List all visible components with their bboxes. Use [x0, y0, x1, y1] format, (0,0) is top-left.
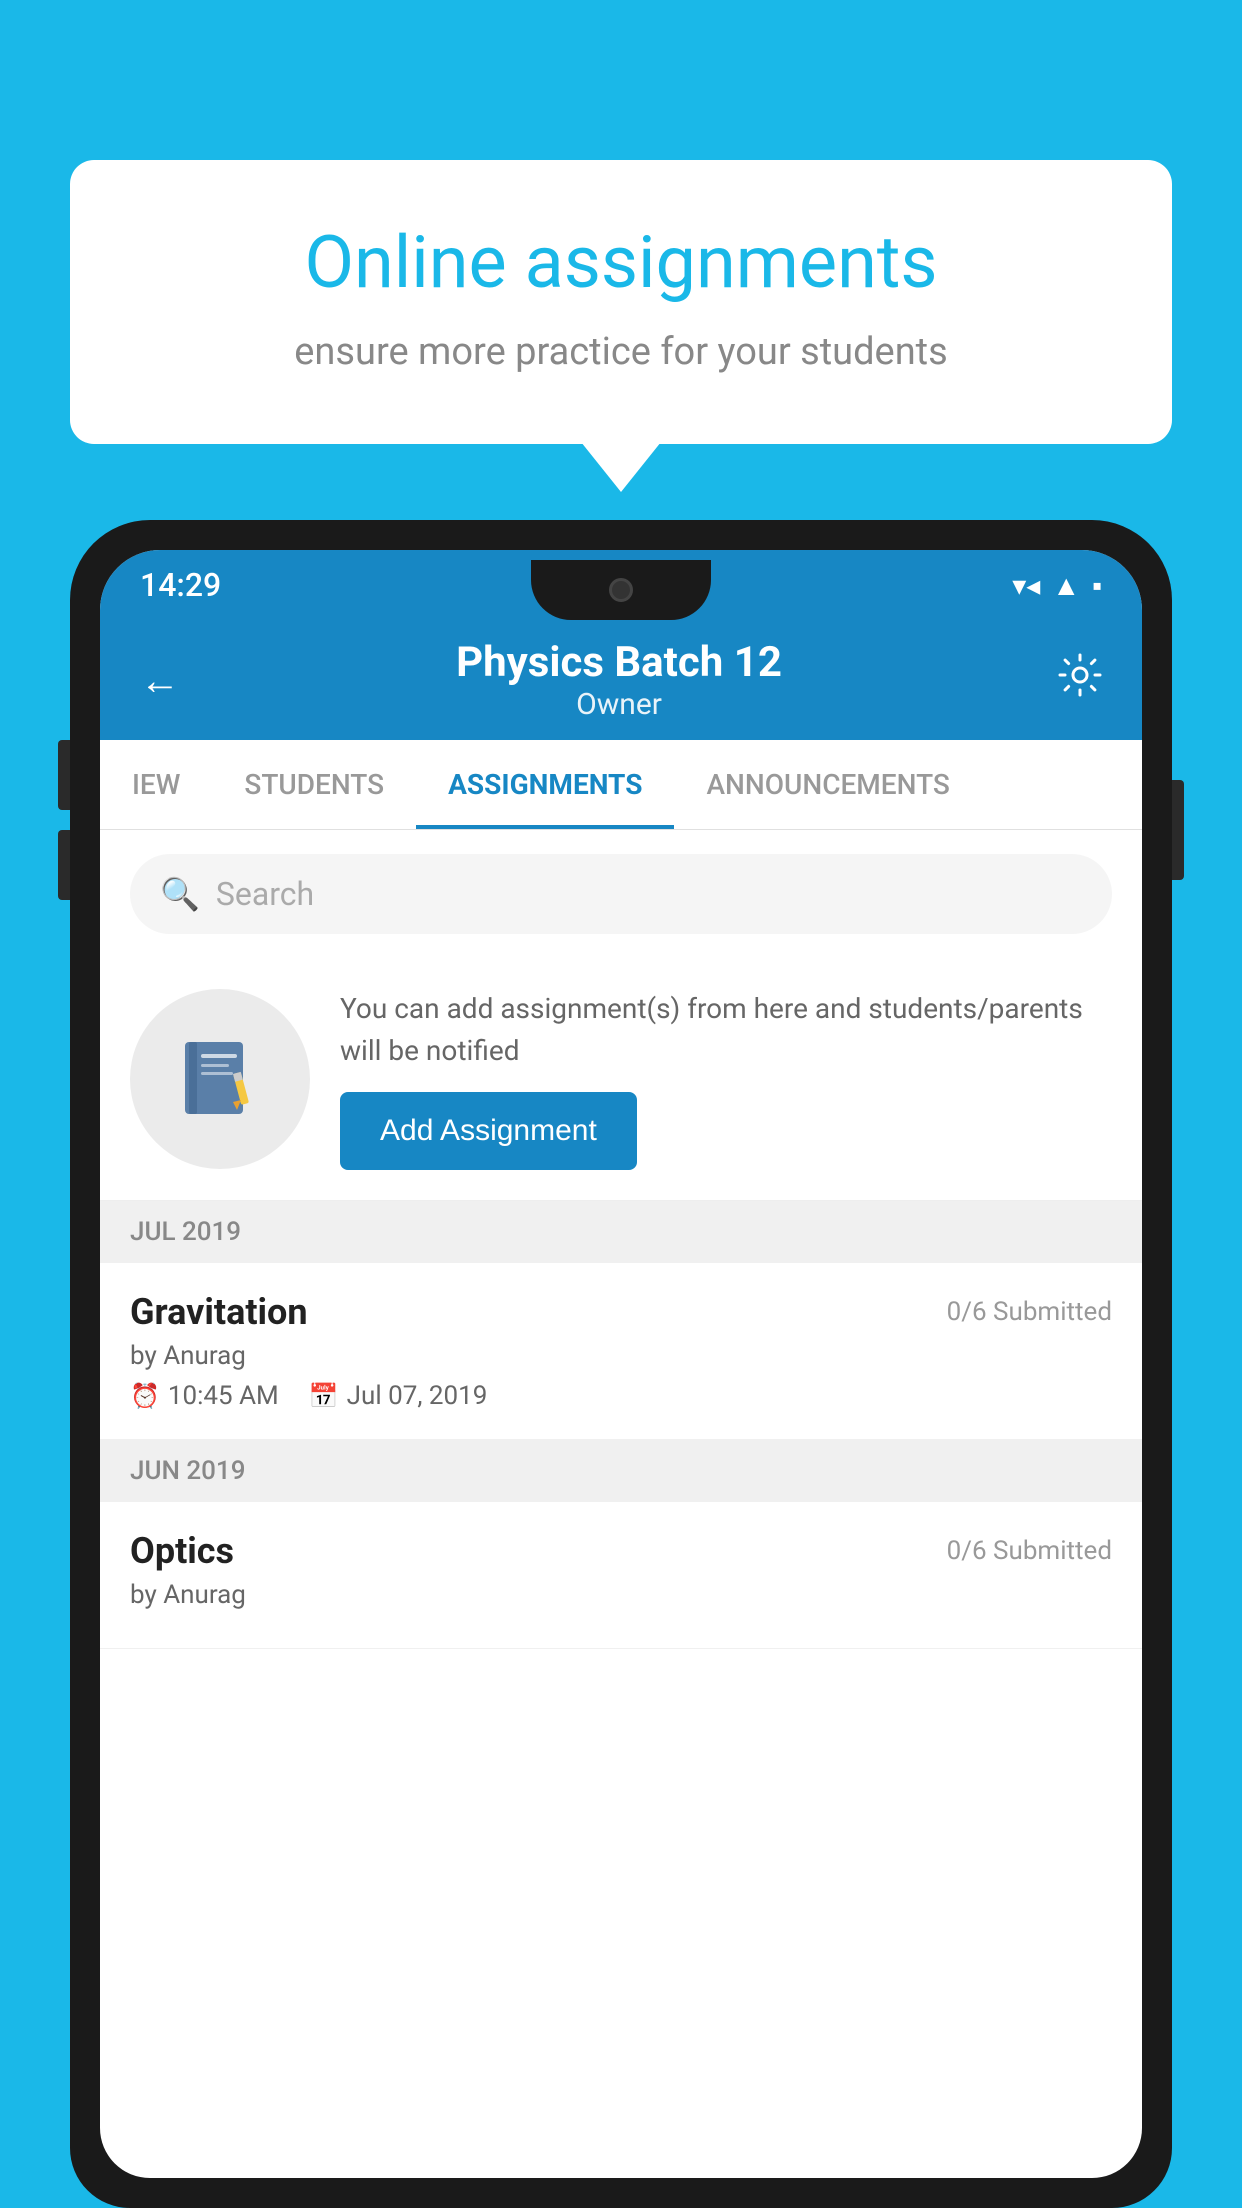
- search-icon: 🔍: [160, 875, 200, 913]
- section-header-jun: JUN 2019: [100, 1440, 1142, 1502]
- speech-bubble-container: Online assignments ensure more practice …: [70, 160, 1172, 444]
- assignment-date: 📅 Jul 07, 2019: [309, 1381, 488, 1411]
- assignment-author-gravitation: by Anurag: [130, 1341, 1112, 1371]
- notebook-icon: [175, 1034, 265, 1124]
- tab-assignments[interactable]: ASSIGNMENTS: [416, 740, 674, 829]
- assignment-date-value: Jul 07, 2019: [347, 1381, 488, 1411]
- promo-description: You can add assignment(s) from here and …: [340, 988, 1112, 1072]
- section-header-jul: JUL 2019: [100, 1201, 1142, 1263]
- promo-section: You can add assignment(s) from here and …: [100, 958, 1142, 1201]
- speech-bubble: Online assignments ensure more practice …: [70, 160, 1172, 444]
- assignment-time: ⏰ 10:45 AM: [130, 1381, 279, 1411]
- search-bar[interactable]: 🔍 Search: [130, 854, 1112, 934]
- app-header: ← Physics Batch 12 Owner: [100, 620, 1142, 740]
- assignment-top-row-optics: Optics 0/6 Submitted: [130, 1530, 1112, 1572]
- tab-iew[interactable]: IEW: [100, 740, 212, 829]
- search-container: 🔍 Search: [100, 830, 1142, 958]
- promo-icon-circle: [130, 989, 310, 1169]
- promo-text: You can add assignment(s) from here and …: [340, 988, 1112, 1170]
- volume-down-button: [58, 830, 70, 900]
- search-input[interactable]: Search: [216, 875, 314, 913]
- assignment-meta-gravitation: ⏰ 10:45 AM 📅 Jul 07, 2019: [130, 1381, 1112, 1411]
- header-center: Physics Batch 12 Owner: [456, 638, 782, 722]
- assignment-item-optics[interactable]: Optics 0/6 Submitted by Anurag: [100, 1502, 1142, 1649]
- front-camera: [609, 578, 633, 602]
- add-assignment-button[interactable]: Add Assignment: [340, 1092, 637, 1170]
- assignment-time-value: 10:45 AM: [168, 1381, 279, 1411]
- notch-area: [70, 550, 1172, 630]
- volume-up-button: [58, 740, 70, 810]
- assignment-top-row: Gravitation 0/6 Submitted: [130, 1291, 1112, 1333]
- assignment-item-gravitation[interactable]: Gravitation 0/6 Submitted by Anurag ⏰ 10…: [100, 1263, 1142, 1440]
- back-button[interactable]: ←: [140, 657, 180, 704]
- settings-button[interactable]: [1058, 653, 1102, 707]
- speech-bubble-title: Online assignments: [140, 220, 1102, 306]
- assignment-submitted-gravitation: 0/6 Submitted: [947, 1297, 1112, 1327]
- assignment-author-optics: by Anurag: [130, 1580, 1112, 1610]
- calendar-icon: 📅: [309, 1382, 339, 1410]
- phone-frame: 14:29 ▾◂ ▲ ▪ ← Physics Batch 12 Owner: [70, 520, 1172, 2208]
- tabs-container: IEW STUDENTS ASSIGNMENTS ANNOUNCEMENTS: [100, 740, 1142, 830]
- owner-label: Owner: [456, 687, 782, 722]
- tab-students[interactable]: STUDENTS: [212, 740, 416, 829]
- power-button: [1172, 780, 1184, 880]
- phone-notch: [531, 560, 711, 620]
- tab-announcements[interactable]: ANNOUNCEMENTS: [674, 740, 981, 829]
- assignment-title-gravitation: Gravitation: [130, 1291, 308, 1333]
- assignment-submitted-optics: 0/6 Submitted: [947, 1536, 1112, 1566]
- speech-bubble-subtitle: ensure more practice for your students: [140, 330, 1102, 374]
- phone-screen: 14:29 ▾◂ ▲ ▪ ← Physics Batch 12 Owner: [100, 550, 1142, 2178]
- clock-icon: ⏰: [130, 1382, 160, 1410]
- batch-title: Physics Batch 12: [456, 638, 782, 687]
- assignment-title-optics: Optics: [130, 1530, 234, 1572]
